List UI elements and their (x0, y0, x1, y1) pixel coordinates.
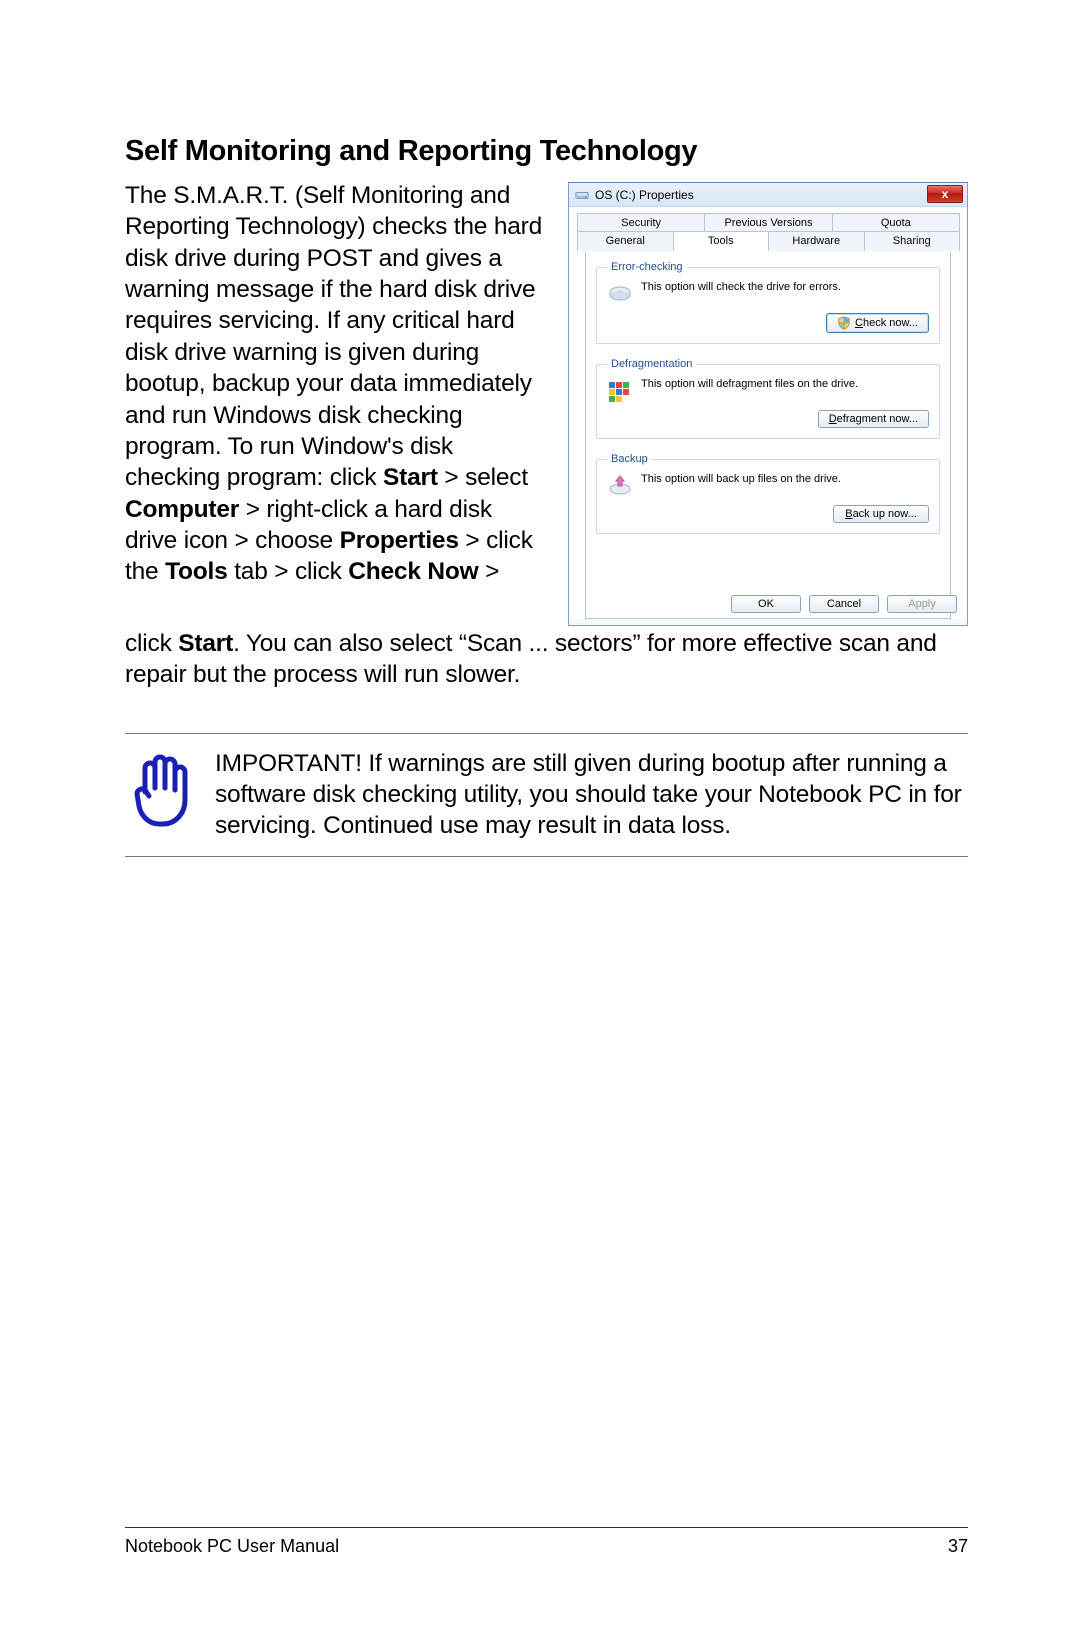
apply-button[interactable]: Apply (887, 595, 957, 613)
group-backup: Backup This option will back up files on… (596, 453, 940, 534)
group-legend: Error-checking (607, 261, 687, 273)
dialog-body: Error-checking This option will check th… (585, 251, 951, 619)
kw-start: Start (383, 464, 438, 491)
page-footer: Notebook PC User Manual 37 (125, 1527, 968, 1557)
btn-label: ack up now... (853, 508, 917, 520)
dialog-footer: OK Cancel Apply (575, 589, 961, 619)
btn-accel: B (845, 508, 852, 520)
important-note: IMPORTANT! If warnings are still given d… (125, 733, 968, 857)
ok-button[interactable]: OK (731, 595, 801, 613)
cancel-button[interactable]: Cancel (809, 595, 879, 613)
btn-accel: D (829, 413, 837, 425)
group-text: This option will check the drive for err… (641, 281, 841, 293)
backup-icon (607, 473, 633, 499)
kw-computer: Computer (125, 496, 239, 523)
body-paragraph-1: The S.M.A.R.T. (Self Monitoring and Repo… (125, 180, 550, 588)
footer-left: Notebook PC User Manual (125, 1536, 339, 1557)
tab-general[interactable]: General (577, 231, 674, 251)
text: > select (438, 464, 528, 491)
close-icon: x (942, 188, 949, 200)
group-legend: Defragmentation (607, 358, 696, 370)
back-up-now-button[interactable]: Back up now... (833, 505, 929, 523)
footer-page-number: 37 (948, 1536, 968, 1557)
check-now-button[interactable]: Check now... (826, 313, 929, 333)
tab-quota[interactable]: Quota (832, 213, 960, 232)
group-text: This option will defragment files on the… (641, 378, 858, 390)
group-defragmentation: Defragmentation This option will defragm… (596, 358, 940, 439)
important-note-text: IMPORTANT! If warnings are still given d… (215, 748, 968, 842)
text: click (125, 630, 178, 657)
dialog-titlebar[interactable]: OS (C:) Properties x (569, 183, 967, 207)
tab-tools[interactable]: Tools (673, 231, 770, 251)
group-text: This option will back up files on the dr… (641, 473, 841, 485)
defrag-icon (607, 378, 633, 404)
drive-icon (575, 188, 589, 202)
text: > (479, 558, 500, 585)
dialog-tabs: Security Previous Versions Quota General… (569, 207, 967, 619)
defragment-now-button[interactable]: Defragment now... (818, 410, 929, 428)
disk-check-icon (607, 281, 633, 307)
kw-check-now: Check Now (348, 558, 478, 585)
dialog-title: OS (C:) Properties (595, 188, 694, 202)
kw-properties: Properties (340, 527, 459, 554)
text: . You can also select “Scan ... sectors”… (125, 630, 937, 688)
hand-stop-icon (131, 750, 191, 828)
body-paragraph-2: click Start. You can also select “Scan .… (125, 628, 968, 691)
page-heading: Self Monitoring and Reporting Technology (125, 135, 968, 168)
shield-icon (837, 316, 851, 330)
group-error-checking: Error-checking This option will check th… (596, 261, 940, 344)
text: The S.M.A.R.T. (Self Monitoring and Repo… (125, 182, 542, 491)
btn-label: heck now... (863, 317, 918, 329)
kw-start-2: Start (178, 630, 233, 657)
tab-hardware[interactable]: Hardware (768, 231, 865, 251)
properties-dialog: OS (C:) Properties x Security Previous V… (568, 182, 968, 626)
text: tab > click (228, 558, 349, 585)
tab-security[interactable]: Security (577, 213, 705, 232)
kw-tools: Tools (165, 558, 228, 585)
group-legend: Backup (607, 453, 652, 465)
btn-label: efragment now... (837, 413, 918, 425)
tab-previous-versions[interactable]: Previous Versions (704, 213, 832, 232)
tab-sharing[interactable]: Sharing (864, 231, 961, 251)
btn-accel: C (855, 317, 863, 329)
close-button[interactable]: x (927, 185, 963, 203)
